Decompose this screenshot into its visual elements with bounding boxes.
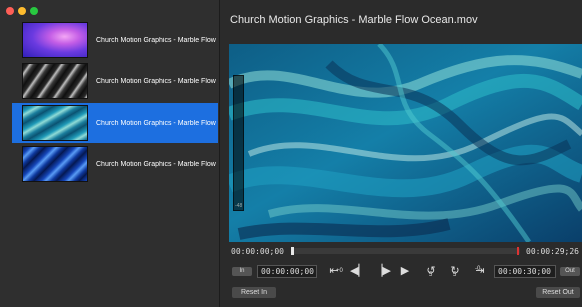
playlist-item-gray[interactable]: Church Motion Graphics - Marble Flow Gra… [12, 61, 220, 101]
playlist-item-ocean[interactable]: Church Motion Graphics - Marble Flow Oce… [12, 103, 218, 143]
close-window-button[interactable] [6, 7, 14, 15]
forward-seconds-button[interactable]: ↻ 5 [448, 264, 462, 278]
playlist-item-label: Church Motion Graphics - Marble Flow Gra… [96, 77, 218, 85]
thumbnail-image [22, 22, 88, 58]
playlist-sidebar: Church Motion Graphics - Marble Flow Pur… [0, 0, 220, 307]
go-to-out-button[interactable]: ⇥ -0 [472, 264, 488, 278]
meter-mark-label: -48 [235, 203, 243, 209]
audio-level-meter [233, 75, 244, 211]
video-frame-image [229, 44, 582, 242]
step-back-icon: ◀▏ [350, 265, 367, 277]
video-preview[interactable] [229, 44, 582, 242]
playlist-item-label: Church Motion Graphics - Marble Flow Blu… [96, 160, 218, 168]
go-to-in-label: +0 [336, 268, 343, 274]
step-forward-icon: ▕▶ [374, 265, 391, 277]
playlist-item-label: Church Motion Graphics - Marble Flow Pur… [96, 36, 218, 44]
forward-seconds-label: 5 [453, 272, 457, 278]
app-window: Church Motion Graphics - Marble Flow Pur… [0, 0, 582, 307]
total-time-label: 00:00:29;26 [526, 247, 579, 256]
go-to-in-button[interactable]: ⇤ +0 [326, 264, 342, 278]
playlist-item-purple[interactable]: Church Motion Graphics - Marble Flow Pur… [12, 20, 220, 60]
go-to-out-label: -0 [475, 266, 481, 272]
current-time-label: 00:00:00;00 [231, 247, 284, 256]
set-in-button[interactable]: In [232, 267, 252, 276]
playlist-item-blue[interactable]: Church Motion Graphics - Marble Flow Blu… [12, 144, 220, 184]
thumbnail-image [22, 63, 88, 99]
step-back-button[interactable]: ◀▏ [350, 264, 367, 278]
play-icon: ▶ [400, 265, 410, 277]
minimize-window-button[interactable] [18, 7, 26, 15]
out-point-marker[interactable] [517, 247, 519, 255]
thumbnail-image [22, 146, 88, 182]
play-button[interactable]: ▶ [398, 264, 412, 278]
rewind-seconds-button[interactable]: ↺ 5 [424, 264, 438, 278]
thumbnail-image [22, 105, 88, 141]
reset-in-button[interactable]: Reset In [232, 287, 276, 298]
zoom-window-button[interactable] [30, 7, 38, 15]
set-out-button[interactable]: Out [560, 267, 580, 276]
reset-out-button[interactable]: Reset Out [536, 287, 580, 298]
playlist-item-label: Church Motion Graphics - Marble Flow Oce… [96, 119, 218, 127]
rewind-seconds-label: 5 [429, 272, 433, 278]
video-title: Church Motion Graphics - Marble Flow Oce… [230, 14, 478, 26]
in-time-field[interactable]: 00:00:00;00 [257, 265, 317, 278]
timeline-scrubber[interactable] [291, 248, 520, 254]
playhead-handle[interactable] [291, 247, 294, 255]
step-forward-button[interactable]: ▕▶ [374, 264, 391, 278]
out-time-field[interactable]: 00:00:30;00 [494, 265, 556, 278]
